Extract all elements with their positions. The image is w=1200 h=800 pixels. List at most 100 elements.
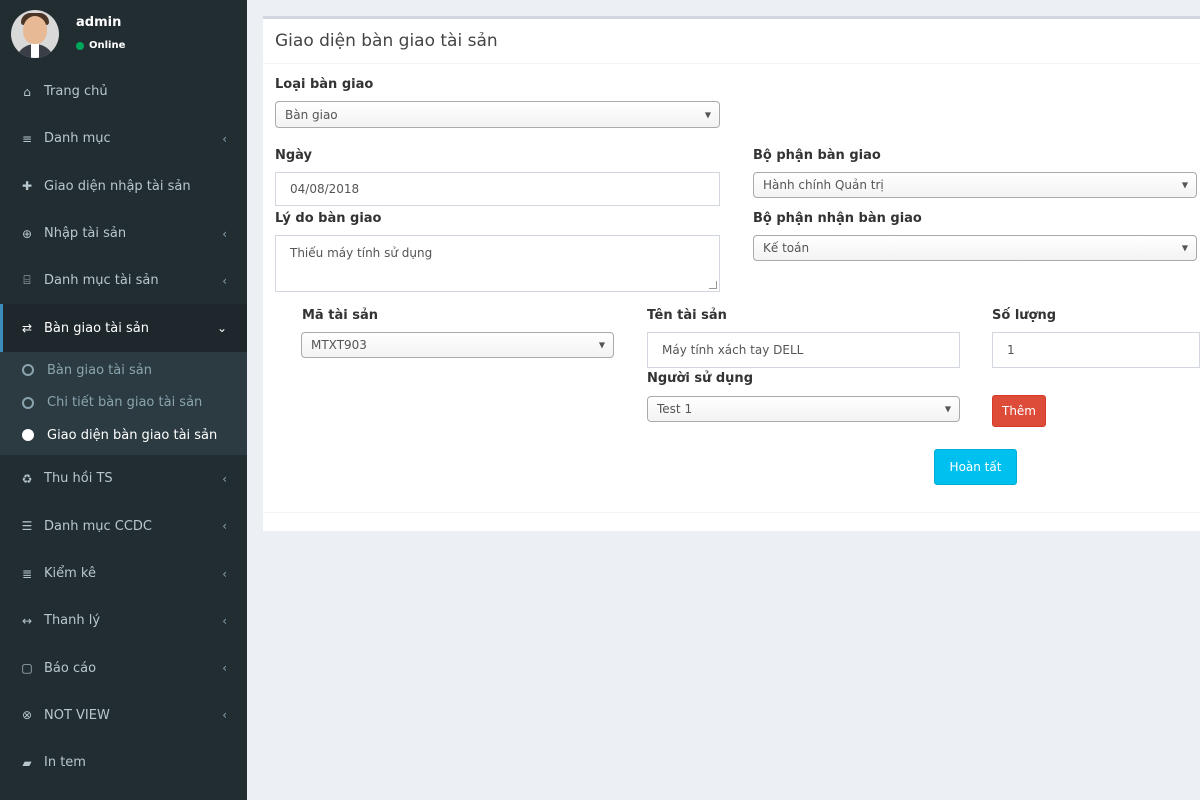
sidebar-item-danh-muc-tai-san[interactable]: ⌸ Danh mục tài sản ‹ [0,257,247,304]
so-luong-input[interactable]: 1 [992,332,1200,368]
divider [263,63,1200,64]
sidebar-item-label: In tem [44,755,86,771]
book-icon: ▰ [22,755,32,770]
nguoi-su-dung-select[interactable]: Test 1 ▼ [647,396,960,422]
circle-outline-icon [22,364,34,377]
bars-icon: ≡ [21,131,33,146]
online-status-icon [76,41,84,50]
circle-outline-icon [22,396,34,409]
bo-phan-ban-giao-value: Hành chính Quản trị [763,178,884,192]
arrows-h-icon: ↔ [21,613,33,628]
chevron-left-icon: ‹ [222,661,227,676]
chevron-left-icon: ‹ [222,613,227,628]
page-title: Giao diện bàn giao tài sản [275,31,498,51]
sidebar-item-label: Thu hồi TS [44,471,113,487]
dropdown-arrow-icon: ▼ [1181,180,1188,190]
chevron-left-icon: ‹ [222,471,227,486]
database-icon: ≣ [21,566,33,581]
chevron-left-icon: ‹ [222,273,227,288]
sidebar-item-thu-hoi-ts[interactable]: ♻ Thu hồi TS ‹ [0,455,247,502]
sidebar-item-label: Danh mục tài sản [44,273,159,289]
sidebar-item-label: NOT VIEW [44,707,110,723]
ten-tai-san-value: Máy tính xách tay DELL [662,343,804,357]
ma-tai-san-select[interactable]: MTXT903 ▼ [301,332,614,358]
exchange-icon: ⇄ [21,321,33,336]
user-name: admin [76,15,122,30]
so-luong-value: 1 [1007,343,1015,357]
sidebar-item-label: Báo cáo [44,660,97,676]
sidebar-item-label: Danh mục CCDC [44,518,153,534]
divider [263,512,1200,513]
user-panel: admin Online [0,0,247,68]
add-button[interactable]: Thêm [992,395,1046,427]
bo-phan-nhan-select[interactable]: Kế toán ▼ [753,235,1197,261]
sidebar-item-danh-muc-ccdc[interactable]: ☰ Danh mục CCDC ‹ [0,503,247,550]
sidebar-item-label: Bàn giao tài sản [44,320,149,336]
chevron-left-icon: ‹ [222,226,227,241]
ngay-input[interactable]: 04/08/2018 [275,172,720,206]
submenu-item-label: Giao diện bàn giao tài sản [47,427,218,443]
sidebar-item-label: Nhập tài sản [44,226,127,242]
sidebar-item-label: Danh mục [44,131,111,147]
ma-tai-san-label: Mã tài sản [302,308,378,323]
ngay-value: 04/08/2018 [290,182,360,196]
submenu-item-chi-tiet-ban-giao[interactable]: Chi tiết bàn giao tài sản [0,386,247,419]
circle-filled-icon [22,429,34,442]
loai-ban-giao-value: Bàn giao [285,107,338,122]
bo-phan-ban-giao-label: Bộ phận bàn giao [753,148,881,163]
sidebar-menu-lower: ♻ Thu hồi TS ‹ ☰ Danh mục CCDC ‹ ≣ Kiểm … [0,455,247,786]
loai-ban-giao-label: Loại bàn giao [275,77,374,92]
avatar[interactable] [11,10,59,58]
loai-ban-giao-select[interactable]: Bàn giao ▼ [275,101,720,128]
submenu-item-ban-giao-tai-san[interactable]: Bàn giao tài sản [0,354,247,387]
sidebar-item-label: Kiểm kê [44,566,96,582]
dropdown-arrow-icon: ▼ [704,110,711,119]
ly-do-textarea[interactable]: Thiếu máy tính sử dụng [275,235,720,292]
handover-form-box: Giao diện bàn giao tài sản Loại bàn giao… [263,16,1200,531]
times-circle-icon: ⊗ [21,708,33,723]
user-status: Online [76,40,125,51]
bo-phan-nhan-label: Bộ phận nhận bàn giao [753,211,922,226]
nguoi-su-dung-value: Test 1 [657,402,693,416]
plus-circle-icon: ⊕ [21,226,33,241]
ly-do-label: Lý do bàn giao [275,211,382,226]
server-icon: ☰ [21,519,33,534]
bo-phan-nhan-value: Kế toán [763,241,810,255]
ten-tai-san-input[interactable]: Máy tính xách tay DELL [647,332,960,368]
recycle-icon: ♻ [21,471,33,486]
sidebar-item-bao-cao[interactable]: ▢ Báo cáo ‹ [0,644,247,691]
ngay-label: Ngày [275,148,313,163]
sidebar-item-in-tem[interactable]: ▰ In tem [0,739,247,786]
user-status-label: Online [89,40,126,51]
bo-phan-ban-giao-select[interactable]: Hành chính Quản trị ▼ [753,172,1197,198]
chevron-left-icon: ‹ [222,131,227,146]
sidebar-menu: ⌂ Trang chủ ≡ Danh mục ‹ ✚ Giao diện nhậ… [0,68,247,352]
sidebar-item-kiem-ke[interactable]: ≣ Kiểm kê ‹ [0,550,247,597]
dropdown-arrow-icon: ▼ [1181,243,1188,253]
chevron-left-icon: ‹ [222,708,227,723]
sidebar-item-nhap-tai-san[interactable]: ⊕ Nhập tài sản ‹ [0,210,247,257]
complete-button[interactable]: Hoàn tất [934,449,1017,485]
sidebar-item-danh-muc[interactable]: ≡ Danh mục ‹ [0,115,247,162]
submenu-item-label: Bàn giao tài sản [47,362,152,378]
dropdown-arrow-icon: ▼ [598,340,605,350]
sidebar-item-not-view[interactable]: ⊗ NOT VIEW ‹ [0,692,247,739]
dropdown-arrow-icon: ▼ [944,404,951,414]
sidebar-item-trang-chu[interactable]: ⌂ Trang chủ [0,68,247,115]
chevron-left-icon: ‹ [222,519,227,534]
sidebar-item-thanh-ly[interactable]: ↔ Thanh lý ‹ [0,597,247,644]
ten-tai-san-label: Tên tài sản [647,308,727,323]
sidebar-item-giao-dien-nhap-tai-san[interactable]: ✚ Giao diện nhập tài sản [0,163,247,210]
sidebar-item-label: Giao diện nhập tài sản [44,178,191,194]
ma-tai-san-value: MTXT903 [311,338,367,352]
ly-do-value: Thiếu máy tính sử dụng [290,246,433,260]
so-luong-label: Số lượng [992,308,1057,323]
sidebar-item-ban-giao-tai-san[interactable]: ⇄ Bàn giao tài sản ⌄ [0,304,247,352]
resize-handle-icon[interactable] [709,281,717,289]
submenu-item-giao-dien-ban-giao[interactable]: Giao diện bàn giao tài sản [0,419,247,452]
sidebar-submenu: Bàn giao tài sản Chi tiết bàn giao tài s… [0,351,247,456]
sidebar-item-label: Trang chủ [44,84,108,100]
sidebar-item-label: Thanh lý [44,613,101,629]
file-icon: ▢ [21,661,33,676]
chevron-left-icon: ‹ [222,566,227,581]
